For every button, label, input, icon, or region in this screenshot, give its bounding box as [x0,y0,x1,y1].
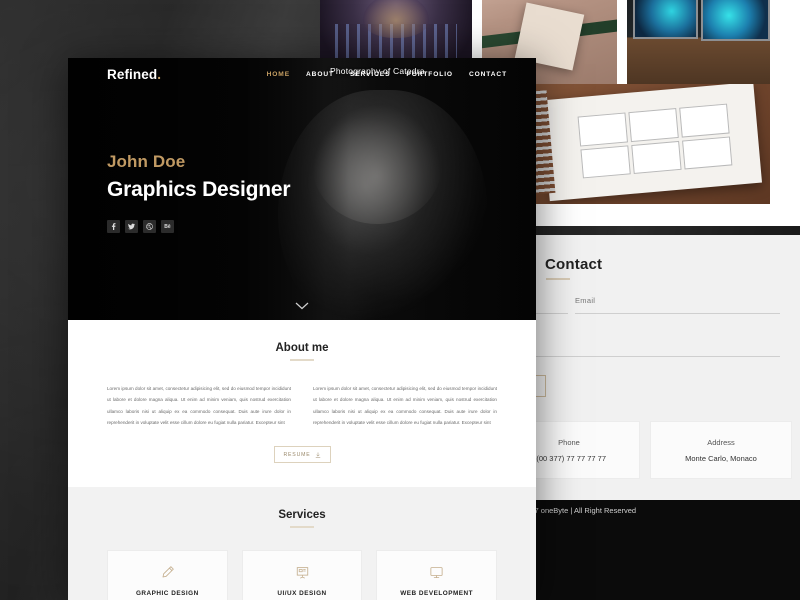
about-section: About me Lorem ipsum dolor sit amet, con… [68,320,536,487]
nav-item-about[interactable]: ABOUT [306,71,334,78]
monitor-icon [387,564,486,581]
email-field[interactable]: Email [575,290,780,314]
service-card-uiux-design[interactable]: UI/UX DESIGN Lorem ipsum dolor sit amet … [241,550,363,600]
phone-label: Phone [558,437,580,447]
dribbble-icon[interactable] [143,220,156,233]
contact-panel: Contact Name Email SEND Phone +(00 377) … [478,235,800,500]
hero-role: Graphics Designer [107,178,291,201]
nav-item-services[interactable]: SERVICES [350,71,390,78]
services-cards: GRAPHIC DESIGN Lorem ipsum dolor sit ame… [107,550,498,600]
download-icon [315,452,320,457]
about-paragraph: Lorem ipsum dolor sit amet, consectetur … [107,386,291,425]
twitter-icon[interactable] [125,220,138,233]
resume-button-label: RESUME [283,451,311,458]
about-columns: Lorem ipsum dolor sit amet, consectetur … [107,383,497,428]
about-column-left: Lorem ipsum dolor sit amet, consectetur … [107,383,291,428]
contact-title-rule [546,278,570,280]
contact-title: Contact [545,256,603,273]
portfolio-item-imac-desk[interactable] [627,0,770,84]
hero-section: Refined. HOME ABOUT SERVICES PORTFOLIO C… [68,58,536,320]
brand-dot: . [157,66,162,82]
services-title: Services [278,509,326,521]
navbar: Refined. HOME ABOUT SERVICES PORTFOLIO C… [68,58,536,90]
nav-item-contact[interactable]: CONTACT [469,71,507,78]
footer-copyright: 2017 oneByte | All Right Reserved [522,506,637,515]
pencil-icon [118,564,217,581]
site-preview-card: Refined. HOME ABOUT SERVICES PORTFOLIO C… [68,58,536,600]
address-value: Monte Carlo, Monaco [685,453,757,463]
about-paragraph: Lorem ipsum dolor sit amet, consectetur … [313,386,497,425]
behance-icon[interactable]: Bē [161,220,174,233]
about-column-right: Lorem ipsum dolor sit amet, consectetur … [313,383,497,428]
contact-info-row: Phone +(00 377) 77 77 77 77 Address Mont… [490,421,800,479]
nav-item-portfolio[interactable]: PORTFOLIO [406,71,453,78]
service-card-graphic-design[interactable]: GRAPHIC DESIGN Lorem ipsum dolor sit ame… [107,550,228,600]
resume-button[interactable]: RESUME [273,446,331,463]
nav-links: HOME ABOUT SERVICES PORTFOLIO CONTACT [267,71,507,78]
phone-value: +(00 377) 77 77 77 77 [531,453,607,463]
contact-info-address: Address Monte Carlo, Monaco [650,421,792,479]
email-field-label: Email [575,296,596,305]
hero-text-block: John Doe Graphics Designer Bē [107,152,291,233]
presentation-board-icon [253,564,352,581]
hero-name: John Doe [107,152,186,171]
wireframe-sketch [577,103,733,180]
behance-glyph: Bē [164,223,171,230]
service-card-web-development[interactable]: WEB DEVELOPMENT Lorem ipsum dolor sit am… [376,550,498,600]
social-links: Bē [107,220,290,233]
about-title: About me [275,342,329,354]
address-label: Address [707,437,735,447]
service-title: GRAPHIC DESIGN [135,590,199,597]
nav-item-home[interactable]: HOME [267,71,290,78]
services-title-rule [290,526,314,528]
service-title: WEB DEVELOPMENT [400,590,474,597]
services-section: Services GRAPHIC DESIGN Lorem ipsum dolo… [68,487,536,600]
footer: 2017 oneByte | All Right Reserved [490,500,800,600]
service-title: UI/UX DESIGN [277,590,327,597]
facebook-icon[interactable] [107,220,120,233]
brand-name: Refined [107,66,158,82]
about-title-rule [290,359,314,361]
chevron-down-icon[interactable] [295,302,309,310]
brand-logo[interactable]: Refined. [107,67,161,82]
